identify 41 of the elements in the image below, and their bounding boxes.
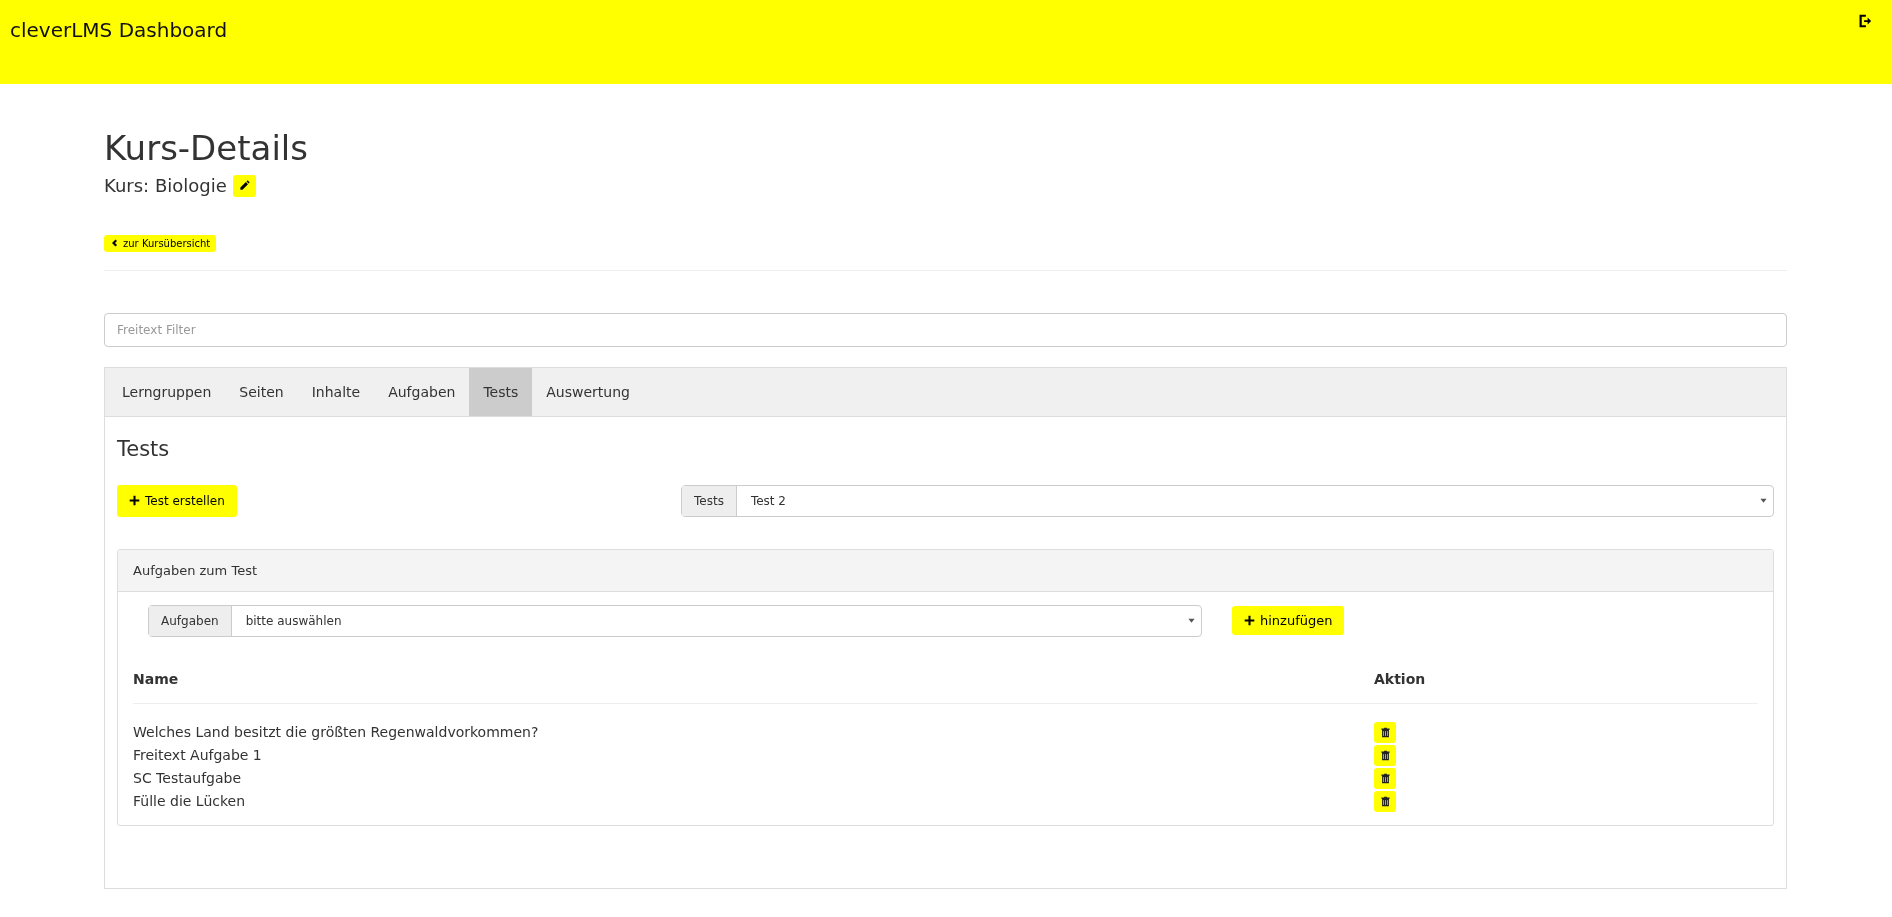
column-header: Name xyxy=(133,670,180,687)
caret-down-icon xyxy=(1188,617,1195,625)
add-button[interactable]: hinzufügen xyxy=(1232,606,1345,636)
edit-button[interactable] xyxy=(232,174,256,197)
task-name: Fülle die Lücken xyxy=(133,793,247,810)
logout-icon[interactable] xyxy=(1858,14,1872,28)
trash-icon xyxy=(1379,772,1391,784)
delete-button[interactable] xyxy=(1374,790,1396,812)
caret-down-icon xyxy=(1760,497,1767,505)
test-dropdown[interactable]: Test 2 xyxy=(736,485,1773,516)
panel-title: Aufgaben zum Test xyxy=(118,549,1773,592)
tab[interactable]: Inhalte xyxy=(297,367,375,416)
delete-button[interactable] xyxy=(1374,767,1396,789)
task-name: SC Testaufgabe xyxy=(133,770,243,787)
delete-button[interactable] xyxy=(1374,721,1396,743)
trash-icon xyxy=(1379,726,1391,738)
task-name: Welches Land besitzt die größten Regenwaldvorkommen? xyxy=(133,724,540,741)
trash-icon xyxy=(1379,795,1391,807)
plus-icon xyxy=(129,495,140,507)
delete-button[interactable] xyxy=(1374,744,1396,766)
create-test-button[interactable]: Test erstellen xyxy=(117,484,237,517)
course-name: Kurs: Biologie xyxy=(104,175,227,197)
page-title: Kurs-Details xyxy=(104,128,309,169)
filter-field[interactable]: Freitext Filter xyxy=(104,312,1787,347)
brand-title: cleverLMS Dashboard xyxy=(10,18,228,42)
tab[interactable]: Aufgaben xyxy=(374,367,470,416)
back-button[interactable]: zur Kursübersicht xyxy=(104,234,217,252)
select-label: Tests xyxy=(682,485,737,516)
tab[interactable]: Lerngruppen xyxy=(105,367,226,416)
task-dropdown[interactable]: bitte auswählen xyxy=(231,605,1201,636)
select-label: Aufgaben xyxy=(149,605,232,636)
column-header: Aktion xyxy=(1374,670,1426,687)
pencil-icon xyxy=(238,180,250,192)
plus-icon xyxy=(1244,615,1255,627)
tab[interactable]: Seiten xyxy=(225,367,298,416)
tab[interactable]: Tests xyxy=(469,367,533,416)
trash-icon xyxy=(1379,749,1391,761)
chevron-left-icon xyxy=(110,239,118,248)
task-name: Freitext Aufgabe 1 xyxy=(133,747,263,764)
tab[interactable]: Auswertung xyxy=(532,367,644,416)
section-title: Tests xyxy=(117,436,171,461)
